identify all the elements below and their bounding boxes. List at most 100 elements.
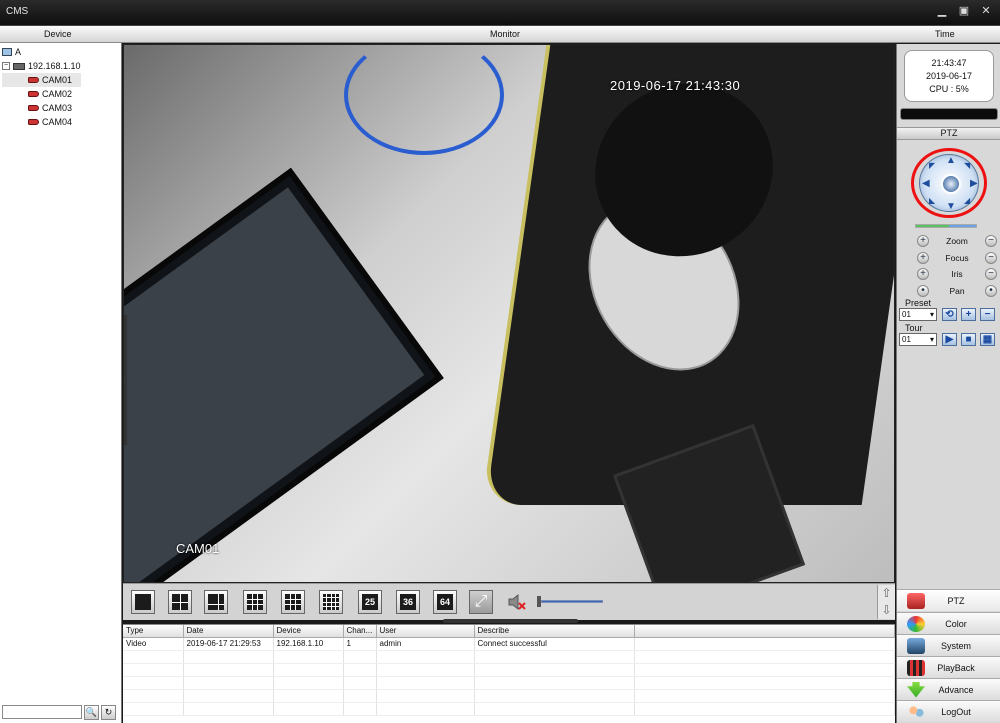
tree-camera-cam01[interactable]: CAM01 <box>2 73 81 87</box>
layout-64-button[interactable]: 64 <box>433 590 457 614</box>
ptz-down-left-icon[interactable]: ◣ <box>929 196 935 205</box>
pan-label: Pan <box>949 286 965 296</box>
menu-logout-label: LogOut <box>941 706 971 717</box>
layout-9-button[interactable] <box>281 590 305 614</box>
table-row[interactable]: Video 2019-06-17 21:29:53 192.168.1.10 1… <box>123 637 895 651</box>
column-header-empty <box>634 625 895 638</box>
device-search-input[interactable] <box>2 705 82 719</box>
scroll-down-icon[interactable]: ⇩ <box>878 602 895 619</box>
ptz-left-icon[interactable]: ◀ <box>922 178 930 189</box>
column-header-device[interactable]: Device <box>273 625 344 638</box>
preset-add-button[interactable]: + <box>961 308 976 321</box>
collapse-toggle-icon[interactable]: − <box>2 62 10 70</box>
collapse-panel-handle[interactable]: ‹ <box>124 315 127 445</box>
focus-far-button[interactable]: − <box>985 252 997 264</box>
ptz-up-right-icon[interactable]: ◥ <box>964 161 970 170</box>
column-header-channel[interactable]: Chan... <box>343 625 377 638</box>
tour-play-button[interactable]: ▶ <box>942 333 957 346</box>
system-icon <box>907 637 925 654</box>
preset-select[interactable]: 01 <box>899 308 937 321</box>
ptz-title: PTZ <box>897 127 1000 140</box>
ptz-direction-pad[interactable]: ▲ ▼ ◀ ▶ ◤ ◥ ◣ ◢ <box>911 148 987 218</box>
preset-call-button[interactable]: ⟲ <box>942 308 957 321</box>
osd-timestamp: 2019-06-17 21:43:30 <box>610 78 741 93</box>
menu-playback-label: PlayBack <box>937 662 975 673</box>
tour-select[interactable]: 01 <box>899 333 937 346</box>
focus-near-button[interactable]: + <box>917 252 929 264</box>
ptz-down-icon[interactable]: ▼ <box>946 201 956 212</box>
zoom-out-button[interactable]: − <box>985 235 997 247</box>
device-panel: A − 192.168.1.10 CAM01 CAM02 CAM03 CAM04… <box>0 43 122 723</box>
preset-remove-button[interactable]: − <box>980 308 995 321</box>
table-row-empty <box>123 676 895 690</box>
pan-stop-button[interactable]: • <box>985 285 997 297</box>
table-row-empty <box>123 702 895 716</box>
column-header-type[interactable]: Type <box>123 625 184 638</box>
tour-grid-button[interactable]: ▦ <box>980 333 995 346</box>
volume-slider[interactable] <box>541 600 603 603</box>
layout-8-button[interactable] <box>243 590 267 614</box>
tree-root[interactable]: A <box>2 45 81 59</box>
tree-camera-cam02[interactable]: CAM02 <box>2 87 81 101</box>
maximize-button[interactable]: ▣ <box>958 5 970 17</box>
menu-logout[interactable]: LogOut <box>897 700 1000 722</box>
camera-label: CAM02 <box>42 89 73 99</box>
layout-4-button[interactable] <box>168 590 192 614</box>
window-controls: ▁ ▣ ✕ <box>936 5 992 17</box>
scroll-up-icon[interactable]: ⇧ <box>878 585 895 602</box>
column-header-describe[interactable]: Describe <box>474 625 635 638</box>
window-title: CMS <box>6 6 29 17</box>
layout-toolbar: 25 36 64 ⤢ ⇧ ⇩ <box>123 583 895 623</box>
layout-36-button[interactable]: 36 <box>396 590 420 614</box>
ptz-up-left-icon[interactable]: ◤ <box>929 161 935 170</box>
cell-channel: 1 <box>343 637 377 651</box>
right-panel: 21:43:47 2019-06-17 CPU : 5% PTZ ▲ ▼ ◀ ▶… <box>896 44 1000 723</box>
close-button[interactable]: ✕ <box>980 5 992 17</box>
tour-stop-button[interactable]: ■ <box>961 333 976 346</box>
video-view[interactable]: 2019-06-17 21:43:30 CAM01 ‹ <box>123 44 895 583</box>
ptz-ring: ▲ ▼ ◀ ▶ ◤ ◥ ◣ ◢ <box>919 154 979 212</box>
computer-icon <box>2 48 12 56</box>
menu-color-label: Color <box>945 618 967 629</box>
zoom-in-button[interactable]: + <box>917 235 929 247</box>
cell-describe: Connect successful <box>474 637 635 651</box>
ptz-up-icon[interactable]: ▲ <box>946 155 956 166</box>
color-wheel-icon <box>907 615 925 632</box>
ptz-right-icon[interactable]: ▶ <box>970 178 978 189</box>
tree-dvr-label: 192.168.1.10 <box>28 61 81 71</box>
iris-open-button[interactable]: + <box>917 268 929 280</box>
ptz-down-right-icon[interactable]: ◢ <box>964 196 970 205</box>
ptz-speed-slider[interactable] <box>915 224 977 228</box>
log-header-row: Type Date Device Chan... User Describe <box>123 625 895 638</box>
scroll-arrows: ⇧ ⇩ <box>877 585 895 619</box>
title-bar: CMS ▁ ▣ ✕ <box>0 0 1000 26</box>
table-row-empty <box>123 663 895 677</box>
search-icon[interactable]: 🔍 <box>84 705 99 720</box>
menu-playback[interactable]: PlayBack <box>897 656 1000 678</box>
layout-16-button[interactable] <box>319 590 343 614</box>
layout-6-button[interactable] <box>204 590 228 614</box>
tree-camera-cam03[interactable]: CAM03 <box>2 101 81 115</box>
ptz-center-button[interactable] <box>941 174 961 194</box>
fullscreen-button[interactable]: ⤢ <box>469 590 493 614</box>
pan-start-button[interactable]: • <box>917 285 929 297</box>
menu-system[interactable]: System <box>897 634 1000 656</box>
ptz-icon <box>907 592 925 609</box>
tree-dvr[interactable]: − 192.168.1.10 <box>2 59 81 73</box>
menu-color[interactable]: Color <box>897 612 1000 634</box>
time-header: Time <box>935 29 955 39</box>
layout-1-button[interactable] <box>131 590 155 614</box>
refresh-icon[interactable]: ↻ <box>101 705 116 720</box>
minimize-button[interactable]: ▁ <box>936 5 948 17</box>
mute-speaker-icon[interactable] <box>506 591 528 613</box>
tree-camera-cam04[interactable]: CAM04 <box>2 115 81 129</box>
panel-resize-handle[interactable] <box>443 619 578 623</box>
menu-advance[interactable]: Advance <box>897 678 1000 700</box>
iris-close-button[interactable]: − <box>985 268 997 280</box>
column-header-date[interactable]: Date <box>183 625 274 638</box>
camera-icon <box>28 119 39 125</box>
layout-25-button[interactable]: 25 <box>358 590 382 614</box>
menu-ptz[interactable]: PTZ <box>897 589 1000 611</box>
column-header-user[interactable]: User <box>376 625 475 638</box>
menu-ptz-label: PTZ <box>947 595 965 606</box>
